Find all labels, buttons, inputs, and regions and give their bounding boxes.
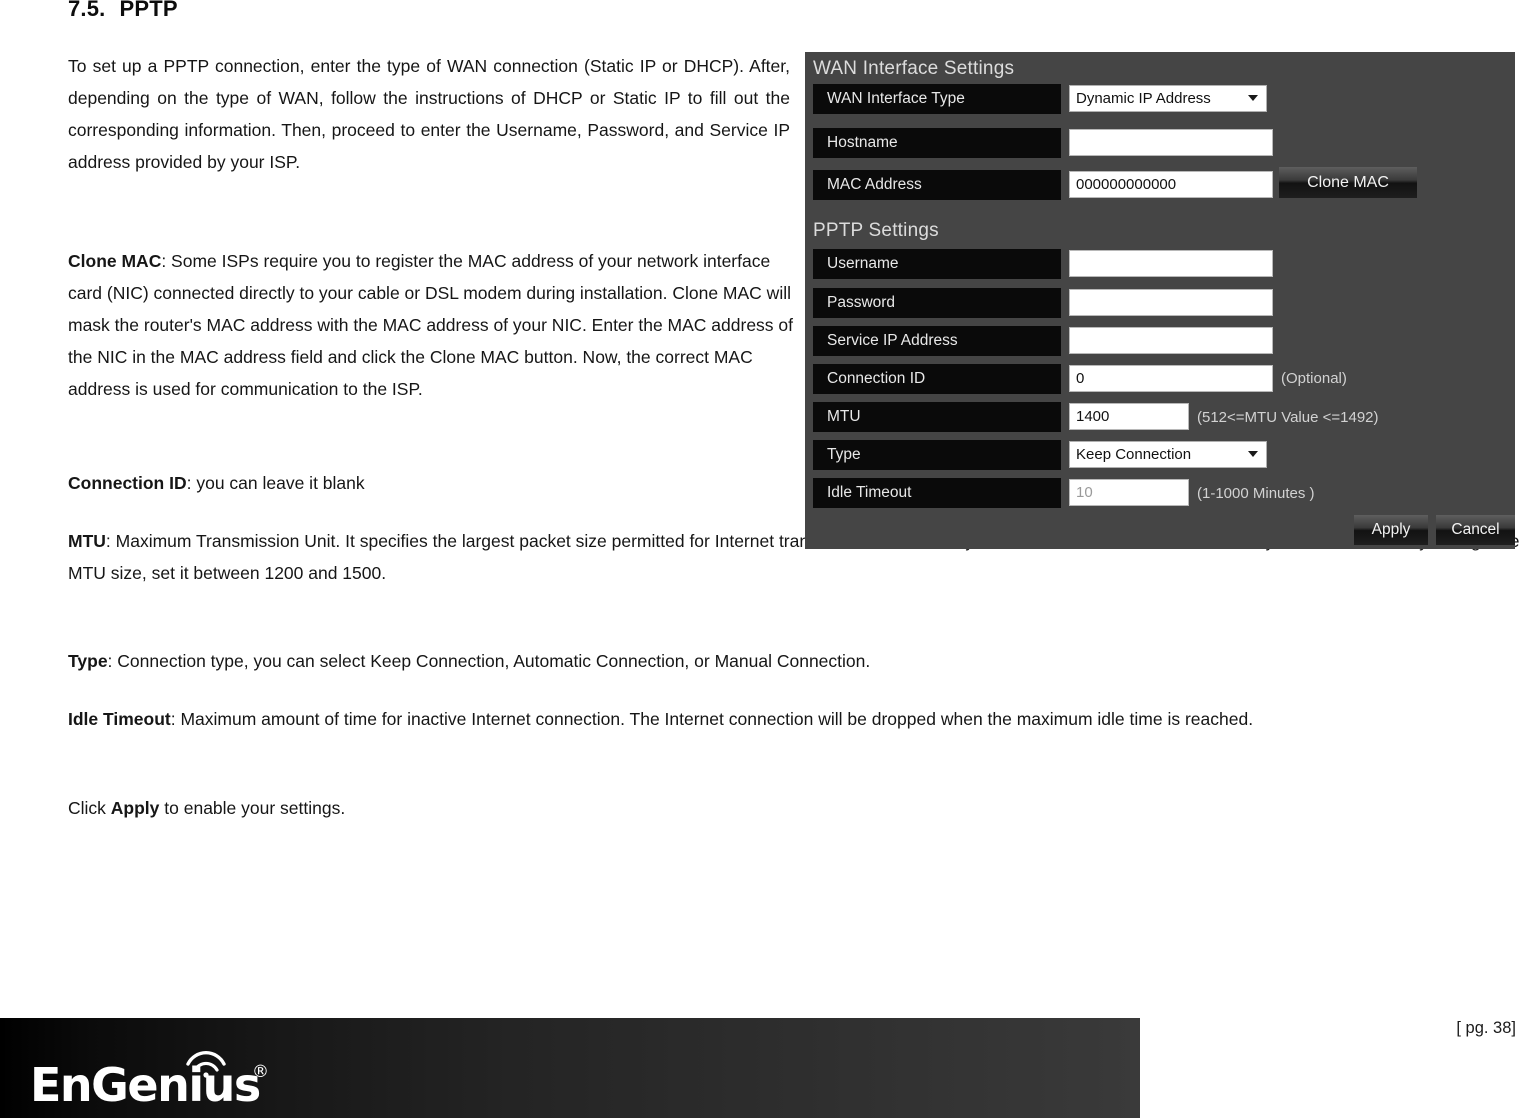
label-password: Password <box>813 288 1061 318</box>
input-connection-id[interactable]: 0 <box>1069 365 1273 392</box>
select-type-value: Keep Connection <box>1076 446 1192 463</box>
wifi-signal-icon <box>186 1051 226 1078</box>
label-type: Type <box>813 440 1061 470</box>
term-connection-id: Connection ID <box>68 473 187 493</box>
section-header-pptp: PPTP Settings <box>813 220 939 241</box>
paragraph-intro: To set up a PPTP connection, enter the t… <box>68 56 790 172</box>
select-wan-interface-type[interactable]: Dynamic IP Address <box>1069 85 1267 112</box>
term-type: Type <box>68 651 108 671</box>
term-idle-timeout: Idle Timeout <box>68 709 171 729</box>
label-username: Username <box>813 249 1061 279</box>
label-idle-timeout: Idle Timeout <box>813 478 1061 508</box>
page-title: 7.5. PPTP <box>68 0 178 22</box>
text-apply-prefix: Click <box>68 798 111 818</box>
hint-idle-timeout: (1-1000 Minutes ) <box>1197 485 1315 502</box>
text-idle-timeout-body: : Maximum amount of time for inactive In… <box>170 709 1254 729</box>
section-number: 7.5. <box>68 0 106 21</box>
label-mac-address: MAC Address <box>813 170 1061 200</box>
chevron-down-icon <box>1248 95 1258 101</box>
section-header-wan: WAN Interface Settings <box>813 58 1015 79</box>
input-username[interactable] <box>1069 250 1273 277</box>
hint-connection-id: (Optional) <box>1281 370 1347 387</box>
chevron-down-icon <box>1248 451 1258 457</box>
registered-trademark-icon: ® <box>252 1062 269 1082</box>
apply-button[interactable]: Apply <box>1354 515 1428 545</box>
cancel-button[interactable]: Cancel <box>1436 515 1515 545</box>
text-connection-id-body: : you can leave it blank <box>186 473 365 493</box>
text-apply-suffix: to enable your settings. <box>159 798 346 818</box>
section-title: PPTP <box>119 0 178 21</box>
text-clone-mac-body: : Some ISPs require you to register the … <box>68 251 794 399</box>
input-mtu[interactable]: 1400 <box>1069 403 1189 430</box>
term-clone-mac: Clone MAC <box>68 251 162 271</box>
input-mac-address[interactable]: 000000000000 <box>1069 171 1273 198</box>
paragraph-connection-id: Connection ID: you can leave it blank <box>68 467 768 499</box>
label-connection-id: Connection ID <box>813 364 1061 394</box>
page-number: [ pg. 38] <box>1456 1019 1516 1037</box>
select-type[interactable]: Keep Connection <box>1069 441 1267 468</box>
router-settings-panel: WAN Interface Settings WAN Interface Typ… <box>805 52 1515 549</box>
label-mtu: MTU <box>813 402 1061 432</box>
label-service-ip-address: Service IP Address <box>813 326 1061 356</box>
label-hostname: Hostname <box>813 128 1061 158</box>
term-apply: Apply <box>110 798 160 818</box>
input-hostname[interactable] <box>1069 129 1273 156</box>
paragraph-clone-mac: Clone MAC: Some ISPs require you to regi… <box>68 245 794 405</box>
clone-mac-button[interactable]: Clone MAC <box>1279 167 1417 198</box>
term-mtu: MTU <box>68 531 106 551</box>
paragraph-type: Type: Connection type, you can select Ke… <box>68 645 1520 677</box>
paragraph-idle-timeout: Idle Timeout: Maximum amount of time for… <box>68 703 1520 735</box>
paragraph-apply: Click Apply to enable your settings. <box>68 792 1520 824</box>
engenius-logo: EnGenius ® <box>30 1048 330 1112</box>
hint-mtu: (512<=MTU Value <=1492) <box>1197 409 1379 426</box>
input-password[interactable] <box>1069 289 1273 316</box>
text-type-body: : Connection type, you can select Keep C… <box>107 651 871 671</box>
label-wan-interface-type: WAN Interface Type <box>813 84 1061 114</box>
select-wan-interface-type-value: Dynamic IP Address <box>1076 90 1211 107</box>
input-service-ip-address[interactable] <box>1069 327 1273 354</box>
input-idle-timeout[interactable]: 10 <box>1069 479 1189 506</box>
